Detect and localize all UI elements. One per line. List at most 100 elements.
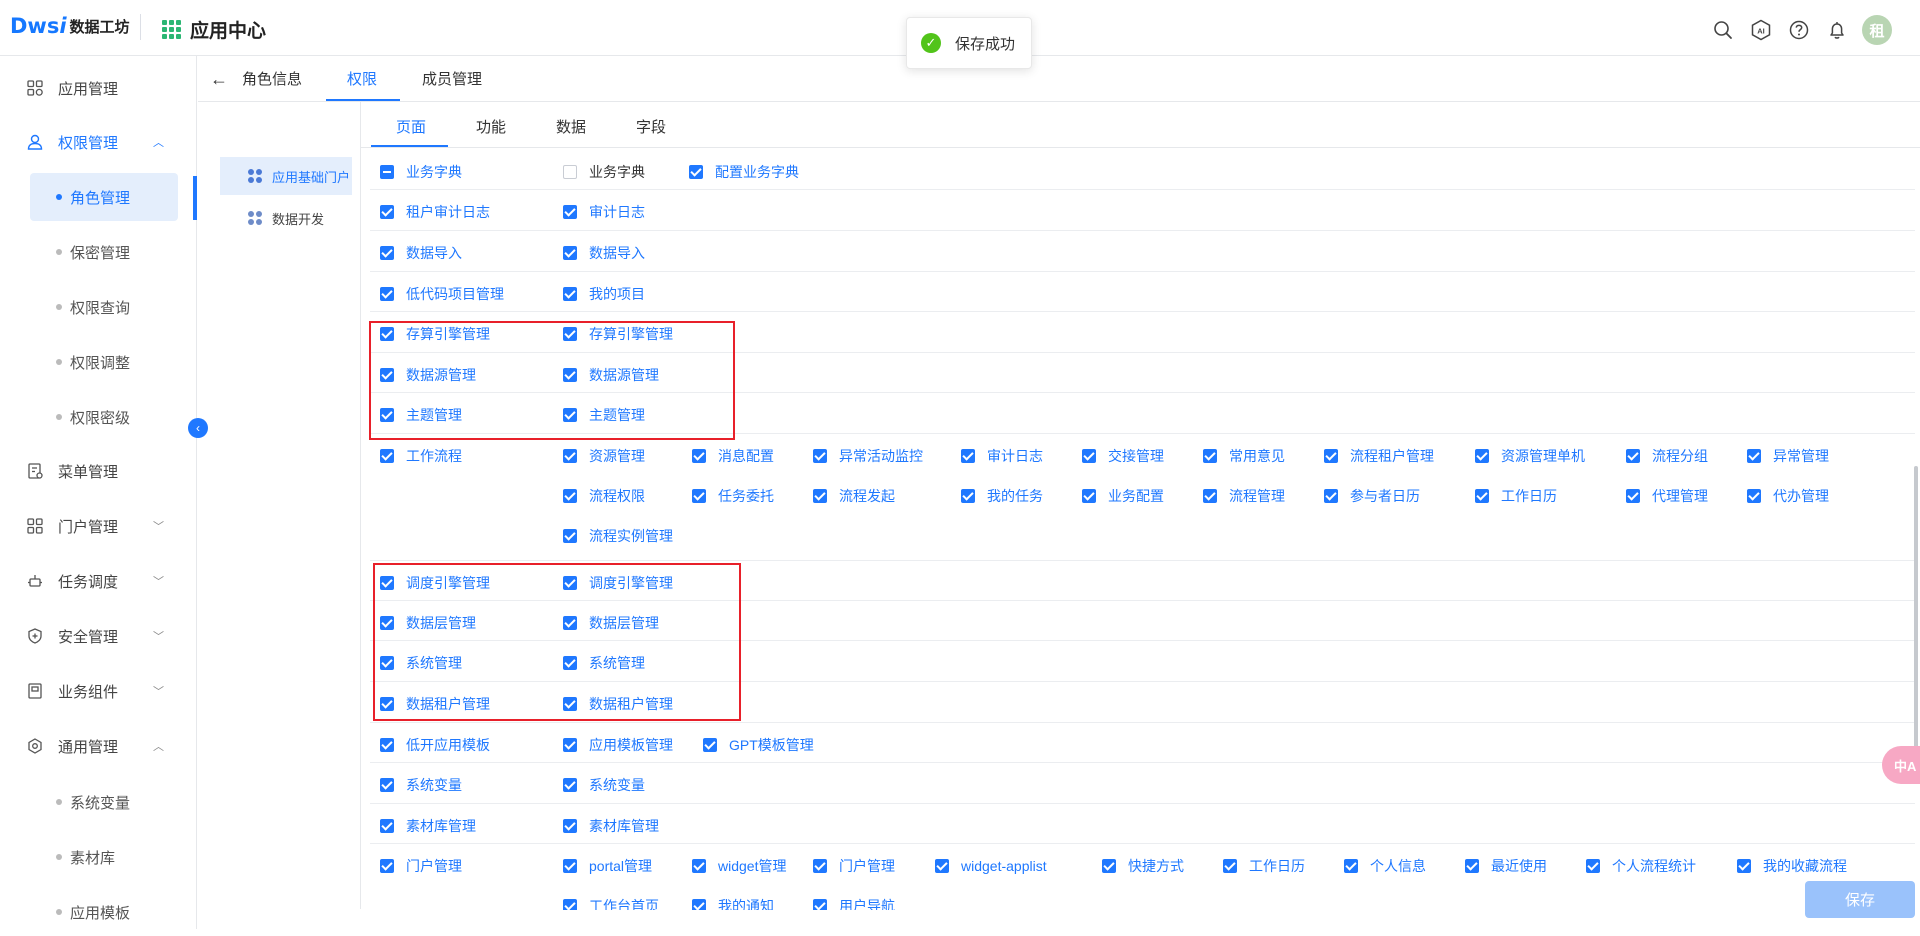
- checkbox[interactable]: [692, 449, 706, 463]
- permission-item-checkbox[interactable]: 素材库管理: [563, 816, 659, 836]
- permission-item-checkbox[interactable]: 数据源管理: [563, 365, 659, 385]
- checkbox[interactable]: [563, 205, 577, 219]
- checkbox[interactable]: [961, 489, 975, 503]
- sidebar-item-material-library[interactable]: 素材库: [30, 833, 178, 881]
- checkbox[interactable]: [563, 368, 577, 382]
- sidebar-item-menu-manage[interactable]: 菜单管理: [0, 449, 196, 493]
- checkbox[interactable]: [563, 899, 577, 910]
- checkbox[interactable]: [1102, 859, 1116, 873]
- checkbox[interactable]: [563, 408, 577, 422]
- permission-item-checkbox[interactable]: 系统变量: [563, 775, 645, 795]
- permission-group-checkbox[interactable]: 低开应用模板: [380, 735, 490, 755]
- checkbox[interactable]: [1626, 489, 1640, 503]
- checkbox[interactable]: [380, 859, 394, 873]
- permission-item-checkbox[interactable]: 数据租户管理: [563, 694, 673, 714]
- checkbox[interactable]: [692, 859, 706, 873]
- checkbox[interactable]: [380, 616, 394, 630]
- checkbox[interactable]: [563, 529, 577, 543]
- permission-item-checkbox[interactable]: 资源管理: [563, 446, 645, 466]
- checkbox[interactable]: [380, 368, 394, 382]
- checkbox[interactable]: [935, 859, 949, 873]
- checkbox[interactable]: [380, 778, 394, 792]
- permission-item-checkbox[interactable]: 交接管理: [1082, 446, 1164, 466]
- checkbox[interactable]: [380, 408, 394, 422]
- checkbox[interactable]: [692, 489, 706, 503]
- permission-item-checkbox[interactable]: 异常活动监控: [813, 446, 923, 466]
- tab-role-info[interactable]: 角色信息: [242, 68, 302, 89]
- permission-item-checkbox[interactable]: 我的通知: [692, 896, 774, 910]
- checkbox[interactable]: [703, 738, 717, 752]
- checkbox[interactable]: [563, 246, 577, 260]
- tab-data[interactable]: 数据: [556, 116, 586, 137]
- checkbox[interactable]: [1344, 859, 1358, 873]
- permission-group-checkbox[interactable]: 低代码项目管理: [380, 284, 504, 304]
- permission-item-checkbox[interactable]: 数据层管理: [563, 613, 659, 633]
- permission-item-checkbox[interactable]: 资源管理单机: [1475, 446, 1585, 466]
- tab-page[interactable]: 页面: [396, 116, 426, 137]
- permission-item-checkbox[interactable]: 工作台首页: [563, 896, 659, 910]
- permission-group-checkbox[interactable]: 存算引擎管理: [380, 324, 490, 344]
- checkbox[interactable]: [380, 246, 394, 260]
- save-button[interactable]: 保存: [1805, 881, 1915, 918]
- permission-item-checkbox[interactable]: 存算引擎管理: [563, 324, 673, 344]
- tab-function[interactable]: 功能: [476, 116, 506, 137]
- permission-item-checkbox[interactable]: 个人流程统计: [1586, 856, 1696, 876]
- permission-item-checkbox[interactable]: 业务字典: [563, 162, 645, 182]
- sidebar-item-security-manage[interactable]: 安全管理 ﹀: [0, 614, 196, 658]
- checkbox[interactable]: [563, 819, 577, 833]
- permission-item-checkbox[interactable]: 数据导入: [563, 243, 645, 263]
- permission-item-checkbox[interactable]: 业务配置: [1082, 486, 1164, 506]
- permission-item-checkbox[interactable]: 异常管理: [1747, 446, 1829, 466]
- checkbox[interactable]: [380, 656, 394, 670]
- checkbox[interactable]: [1223, 859, 1237, 873]
- tab-permission[interactable]: 权限: [347, 68, 377, 89]
- permission-item-checkbox[interactable]: 任务委托: [692, 486, 774, 506]
- permission-item-checkbox[interactable]: 流程管理: [1203, 486, 1285, 506]
- checkbox[interactable]: [380, 819, 394, 833]
- permission-item-checkbox[interactable]: 用户导航: [813, 896, 895, 910]
- tab-member-manage[interactable]: 成员管理: [422, 68, 482, 89]
- checkbox[interactable]: [813, 899, 827, 910]
- checkbox[interactable]: [1324, 449, 1338, 463]
- permission-item-checkbox[interactable]: 我的收藏流程: [1737, 856, 1847, 876]
- sidebar-item-permission-query[interactable]: 权限查询: [30, 283, 178, 331]
- checkbox[interactable]: [1465, 859, 1479, 873]
- checkbox[interactable]: [380, 738, 394, 752]
- sidebar-item-permission-level[interactable]: 权限密级: [30, 393, 178, 441]
- checkbox[interactable]: [563, 327, 577, 341]
- checkbox[interactable]: [813, 489, 827, 503]
- checkbox[interactable]: [1082, 449, 1096, 463]
- checkbox[interactable]: [563, 449, 577, 463]
- permission-item-checkbox[interactable]: 配置业务字典: [689, 162, 799, 182]
- collapse-sidebar-button[interactable]: ‹: [188, 418, 208, 438]
- checkbox[interactable]: [1324, 489, 1338, 503]
- permission-item-checkbox[interactable]: 流程发起: [813, 486, 895, 506]
- sidebar-item-task-schedule[interactable]: 任务调度 ﹀: [0, 559, 196, 603]
- avatar[interactable]: 租: [1862, 15, 1892, 45]
- sidebar-item-business-component[interactable]: 业务组件 ﹀: [0, 669, 196, 713]
- permission-item-checkbox[interactable]: 最近使用: [1465, 856, 1547, 876]
- checkbox[interactable]: [1747, 449, 1761, 463]
- permission-item-checkbox[interactable]: 工作日历: [1223, 856, 1305, 876]
- tree-item-app-base-portal[interactable]: 应用基础门户: [220, 157, 352, 195]
- permission-item-checkbox[interactable]: 常用意见: [1203, 446, 1285, 466]
- checkbox[interactable]: [380, 287, 394, 301]
- permission-group-checkbox[interactable]: 数据源管理: [380, 365, 476, 385]
- checkbox[interactable]: [1203, 489, 1217, 503]
- checkbox[interactable]: [563, 738, 577, 752]
- checkbox[interactable]: [1586, 859, 1600, 873]
- permission-group-checkbox[interactable]: 业务字典: [380, 162, 462, 182]
- permission-group-checkbox[interactable]: 素材库管理: [380, 816, 476, 836]
- permission-item-checkbox[interactable]: 消息配置: [692, 446, 774, 466]
- permission-item-checkbox[interactable]: 流程分组: [1626, 446, 1708, 466]
- permission-group-checkbox[interactable]: 主题管理: [380, 405, 462, 425]
- sidebar-item-portal-manage[interactable]: 门户管理 ﹀: [0, 504, 196, 548]
- checkbox[interactable]: [1475, 489, 1489, 503]
- permission-group-checkbox[interactable]: 系统管理: [380, 653, 462, 673]
- checkbox[interactable]: [380, 165, 394, 179]
- translate-float-button[interactable]: 中A: [1882, 746, 1920, 784]
- checkbox[interactable]: [380, 697, 394, 711]
- permission-item-checkbox[interactable]: widget管理: [692, 856, 786, 876]
- checkbox[interactable]: [380, 327, 394, 341]
- permission-item-checkbox[interactable]: 我的任务: [961, 486, 1043, 506]
